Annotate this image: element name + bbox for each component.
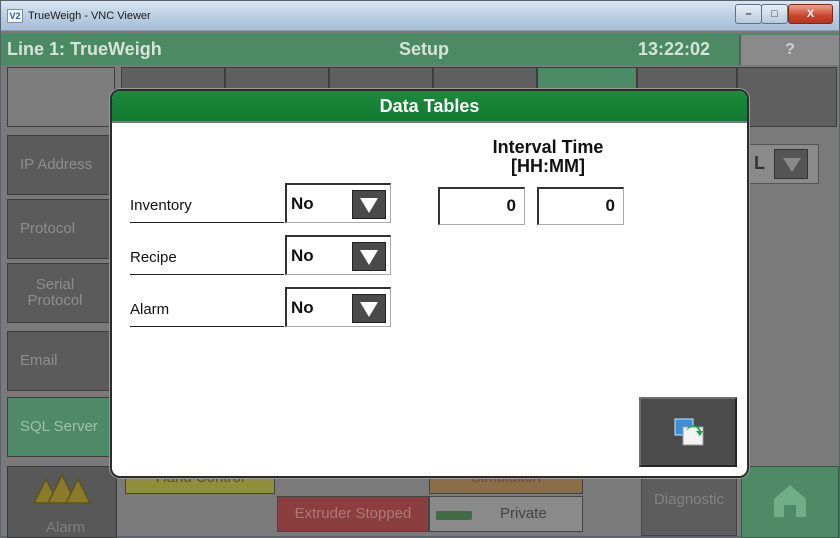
hmi-header: Line 1: TrueWeigh Setup 13:22:02 ? [1,33,839,65]
alarm-select[interactable]: No [285,287,391,327]
interval-minutes-input[interactable]: 0 [537,187,624,225]
interval-time-heading: Interval Time [HH:MM] [492,137,604,176]
help-button[interactable]: ? [739,35,839,65]
sidebar-item-protocol[interactable]: Protocol [7,199,117,259]
inventory-select[interactable]: No [285,183,391,223]
dialog-title: Data Tables [112,91,747,123]
chevron-down-icon[interactable] [352,294,386,323]
recipe-label: Recipe [130,235,284,275]
sidebar-item-ip-address[interactable]: IP Address [7,135,117,195]
home-button[interactable] [741,466,839,538]
vnc-logo-icon: V2 [7,9,23,23]
line-title: Line 1: TrueWeigh [7,39,162,59]
window-title: TrueWeigh - VNC Viewer [28,10,151,22]
interval-hours-input[interactable]: 0 [438,187,525,225]
tab-7[interactable] [737,67,837,127]
clock: 13:22:02 [638,39,711,59]
extruder-status: Extruder Stopped [277,496,429,532]
vnc-viewer-window: V2 TrueWeigh - VNC Viewer – □ X Line 1: … [0,0,840,538]
maximize-button[interactable]: □ [761,4,788,24]
data-tables-dialog: Data Tables Interval Time [HH:MM] Invent… [110,89,749,478]
alarm-warning-icon [32,473,92,504]
sidebar-item-sql-server[interactable]: SQL Server [7,397,117,457]
chevron-down-icon[interactable] [352,190,386,219]
background-dropdown[interactable]: L [749,144,819,184]
home-icon [774,485,806,517]
key-icon [436,511,472,520]
private-status[interactable]: Private [429,496,583,532]
chevron-down-icon[interactable] [352,242,386,271]
sidebar-item-serial-protocol[interactable]: Serial Protocol [7,263,117,323]
save-apply-icon [674,418,704,446]
alarm-button[interactable]: Alarm [7,466,117,538]
alarm-label: Alarm [46,519,86,536]
tab-left-blank[interactable] [7,67,115,127]
recipe-select[interactable]: No [285,235,391,275]
screen-title: Setup [399,39,450,59]
inventory-label: Inventory [130,183,284,223]
close-button[interactable]: X [788,4,833,24]
private-label: Private [500,505,547,522]
alarm-label: Alarm [130,287,284,327]
minimize-button[interactable]: – [735,4,762,24]
dropdown-arrow-icon[interactable] [774,149,808,179]
window-titlebar[interactable]: V2 TrueWeigh - VNC Viewer – □ X [1,1,839,31]
sidebar-item-email[interactable]: Email [7,331,117,391]
save-button[interactable] [639,397,737,467]
